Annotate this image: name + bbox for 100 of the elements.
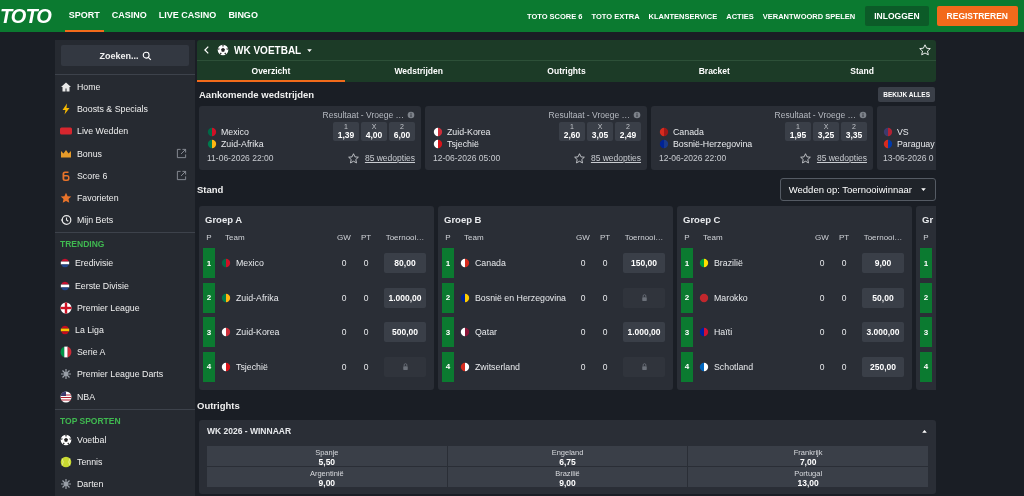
table-cell-text: 0 [818, 361, 826, 372]
star-icon[interactable] [573, 152, 585, 164]
live-badge-icon [60, 125, 72, 138]
odds-button[interactable]: 50,00 [862, 287, 904, 308]
odds-button[interactable]: 150,00 [623, 253, 665, 274]
group-title: Gr [921, 213, 935, 227]
nav-tab[interactable]: LIVE CASINO [154, 0, 221, 32]
sidebar-item[interactable]: Bonus [55, 142, 195, 165]
nav-tab[interactable]: BINGO [224, 0, 262, 32]
team-name: Zuid-Afrika [236, 292, 279, 303]
match-card[interactable]: VS Paraguay 13-06-2026 0 [877, 106, 936, 170]
sidebar-item[interactable]: Boosts & Specials [55, 98, 195, 121]
external-link-icon[interactable] [176, 148, 187, 160]
column-header: Toernooi… [862, 233, 904, 242]
search-field[interactable]: Zoeken... [61, 45, 189, 66]
nav-tab[interactable]: SPORT [64, 0, 104, 32]
team-name: Mexico [221, 127, 249, 137]
flag-icon [221, 327, 231, 338]
sidebar-item[interactable]: Eerste Divisie [55, 274, 195, 297]
sidebar-item[interactable]: Live Wedden [55, 120, 195, 143]
flag-icon [699, 327, 709, 338]
table-cell-text: 0 [601, 258, 609, 269]
nav-tab[interactable]: CASINO [107, 0, 151, 32]
team-name: Bosnië-Herzegovina [673, 139, 753, 149]
team-name: Tsjechië [447, 139, 479, 149]
info-icon [633, 111, 641, 119]
odds-button[interactable]: 1.000,00 [623, 322, 665, 343]
position-badge: 3 [681, 317, 693, 348]
table-cell-text: 0 [840, 361, 848, 372]
column-header: P [922, 233, 930, 242]
external-link-icon[interactable] [176, 170, 187, 182]
sidebar-item[interactable]: Mijn Bets [55, 209, 195, 232]
sidebar-item[interactable]: Voetbal [55, 428, 195, 451]
column-header: Toernooi… [623, 233, 665, 242]
sidebar-item[interactable]: Premier League Darts [55, 363, 195, 386]
odds-button[interactable]: 9,00 [862, 253, 904, 274]
odds-button[interactable]: 3.000,00 [862, 322, 904, 343]
sidebar-item[interactable]: Premier League [55, 296, 195, 319]
team-name: Canada [673, 127, 704, 137]
tab[interactable]: Wedstrijden [344, 61, 493, 82]
sidebar-item[interactable]: Favorieten [55, 186, 195, 210]
event-title[interactable]: WK VOETBAL [234, 44, 302, 56]
table-cell-text: 0 [840, 327, 848, 338]
column-header: PT [359, 233, 373, 242]
star-icon[interactable] [347, 152, 359, 164]
dartboard-icon [60, 368, 72, 381]
sidebar-item[interactable]: Eredivisie [55, 252, 195, 275]
position-badge: 3 [442, 317, 454, 348]
table-cell-text: 0 [340, 292, 348, 303]
flag-icon [659, 127, 669, 137]
team-name: Paraguay [897, 139, 935, 149]
column-header: Team [702, 233, 724, 242]
team-name: Zwitserland [475, 361, 520, 372]
tab[interactable]: Outrights [492, 61, 641, 82]
more-bets-link[interactable]: 85 wedopties [590, 153, 641, 163]
column-header: PT [837, 233, 851, 242]
login-button[interactable]: INLOGGEN [865, 6, 929, 26]
flag-icon [60, 346, 72, 359]
score-icon [60, 169, 72, 182]
position-badge: 2 [681, 282, 693, 313]
more-bets-link[interactable]: 85 wedopties [364, 153, 415, 163]
team-name: Bosnië en Herzegovina [475, 292, 566, 303]
table-cell-text: 0 [579, 361, 587, 372]
sidebar-item[interactable]: NBA [55, 385, 195, 408]
bet-type-dropdown[interactable]: Wedden op: Toernooiwinnaar [779, 177, 936, 201]
sidebar-item[interactable]: La Liga [55, 318, 195, 342]
flag-icon [659, 139, 669, 149]
tab[interactable]: Bracket [640, 61, 789, 82]
odds-button[interactable]: 250,00 [862, 356, 904, 377]
odds-button[interactable]: 80,00 [384, 253, 426, 274]
table-cell-text: 0 [362, 361, 370, 372]
column-header: GW [575, 233, 591, 242]
sidebar-item[interactable]: Darten [55, 473, 195, 496]
collapse-icon[interactable] [921, 427, 928, 435]
odds-button[interactable]: 1.000,00 [384, 287, 426, 308]
tab[interactable]: Overzicht [197, 61, 345, 82]
table-cell-text: 0 [601, 361, 609, 372]
table-cell-text: 0 [818, 258, 826, 269]
position-badge: 1 [203, 248, 215, 279]
flag-icon [460, 327, 470, 338]
flag-icon [883, 139, 893, 149]
sidebar-item[interactable]: Tennis [55, 450, 195, 473]
star-icon [60, 192, 72, 205]
team-name: Qatar [475, 327, 497, 338]
sidebar-item[interactable]: Serie A [55, 341, 195, 364]
sidebar-item[interactable]: Score 6 [55, 164, 195, 187]
lock-icon [639, 293, 649, 303]
logo[interactable]: TOTO [0, 4, 57, 28]
position-badge: 4 [442, 351, 454, 382]
market-title: WK 2026 - WINNAAR [207, 426, 292, 436]
position-badge: 2 [442, 282, 454, 313]
table-cell-text: 0 [601, 292, 609, 303]
sidebar-item[interactable]: Home [55, 76, 195, 99]
tab[interactable]: Stand [788, 61, 936, 82]
more-bets-link[interactable]: 85 wedopties [816, 153, 867, 163]
odds-button[interactable]: 500,00 [384, 322, 426, 343]
position-badge: 4 [920, 351, 932, 382]
team-name: Zuid-Korea [447, 127, 491, 137]
star-icon[interactable] [799, 152, 811, 164]
lock-icon [639, 362, 649, 372]
